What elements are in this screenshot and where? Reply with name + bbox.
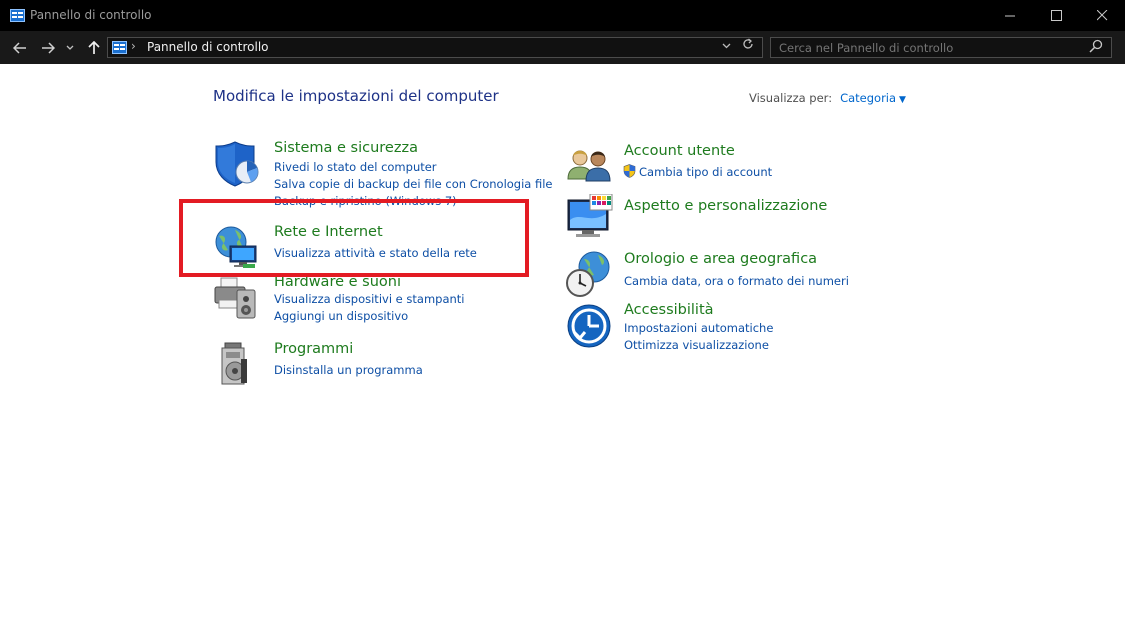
link-change-date-time-format[interactable]: Cambia data, ora o formato dei numeri	[624, 274, 849, 288]
minimize-button[interactable]	[987, 0, 1033, 31]
control-panel-icon	[112, 41, 127, 54]
back-button[interactable]	[10, 38, 30, 58]
link-change-account-type[interactable]: Cambia tipo di account	[623, 164, 772, 179]
category-heading-clock-region[interactable]: Orologio e area geografica	[624, 251, 817, 267]
view-by: Visualizza per: Categoria ▼	[749, 91, 906, 105]
recent-locations-button[interactable]	[63, 38, 77, 58]
breadcrumb[interactable]: Pannello di controllo	[147, 40, 269, 54]
link-devices-printers[interactable]: Visualizza dispositivi e stampanti	[274, 292, 465, 306]
address-dropdown-button[interactable]	[722, 39, 731, 52]
category-heading-accessibility[interactable]: Accessibilità	[624, 302, 714, 318]
close-icon	[1096, 10, 1107, 21]
highlight-box	[179, 199, 529, 277]
title-bar: Pannello di controllo	[0, 0, 1125, 31]
link-review-computer-status[interactable]: Rivedi lo stato del computer	[274, 160, 437, 174]
window-title: Pannello di controllo	[30, 8, 152, 22]
address-bar[interactable]: › Pannello di controllo	[107, 37, 763, 58]
close-button[interactable]	[1079, 0, 1125, 31]
arrow-left-icon	[13, 42, 26, 54]
search-icon	[1089, 39, 1103, 53]
up-button[interactable]	[84, 38, 104, 58]
control-panel-icon	[10, 9, 25, 22]
clock-globe-icon	[566, 251, 610, 297]
view-by-dropdown[interactable]: Categoria	[840, 91, 896, 105]
navigation-bar: › Pannello di controllo	[0, 31, 1125, 64]
link-automatic-settings[interactable]: Impostazioni automatiche	[624, 321, 773, 335]
page-title: Modifica le impostazioni del computer	[213, 87, 499, 105]
security-shield-icon	[215, 141, 259, 187]
main-content: Modifica le impostazioni del computer Vi…	[0, 64, 1125, 633]
chevron-down-icon	[66, 45, 74, 50]
view-by-label: Visualizza per:	[749, 91, 833, 105]
maximize-button[interactable]	[1033, 0, 1079, 31]
accessibility-icon	[567, 304, 611, 348]
printer-speaker-icon	[214, 277, 256, 319]
chevron-right-icon: ›	[131, 39, 136, 53]
minimize-icon	[1004, 15, 1015, 17]
category-heading-appearance[interactable]: Aspetto e personalizzazione	[624, 198, 827, 214]
uac-shield-icon	[623, 164, 636, 178]
link-file-history-backup[interactable]: Salva copie di backup dei file con Crono…	[274, 177, 553, 191]
link-change-account-type-label: Cambia tipo di account	[639, 165, 773, 179]
chevron-down-icon	[722, 43, 731, 49]
dropdown-arrow-icon[interactable]: ▼	[899, 95, 906, 105]
category-heading-system-security[interactable]: Sistema e sicurezza	[274, 140, 418, 156]
arrow-right-icon	[42, 42, 55, 54]
maximize-icon	[1050, 10, 1062, 21]
link-add-device[interactable]: Aggiungi un dispositivo	[274, 309, 408, 323]
category-heading-programs[interactable]: Programmi	[274, 341, 353, 357]
forward-button[interactable]	[38, 38, 58, 58]
arrow-up-icon	[88, 41, 100, 54]
programs-disc-icon	[221, 342, 247, 385]
refresh-button[interactable]	[742, 38, 754, 54]
refresh-icon	[743, 38, 753, 49]
search-input[interactable]	[777, 39, 1081, 57]
link-uninstall-program[interactable]: Disinstalla un programma	[274, 363, 423, 377]
users-icon	[567, 150, 611, 182]
link-optimize-display[interactable]: Ottimizza visualizzazione	[624, 338, 769, 352]
category-heading-user-accounts[interactable]: Account utente	[624, 143, 735, 159]
monitor-palette-icon	[567, 194, 613, 237]
search-box[interactable]	[770, 37, 1112, 58]
